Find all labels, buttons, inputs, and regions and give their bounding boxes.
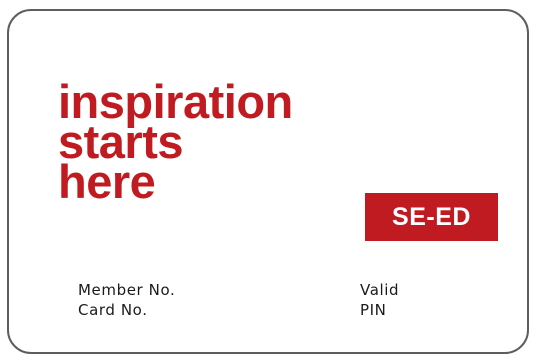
member-no-label: Member No.: [78, 281, 176, 299]
se-ed-logo: SE-ED: [365, 193, 498, 241]
logo-text: SE-ED: [392, 202, 471, 231]
card-no-label: Card No.: [78, 301, 148, 319]
pin-label: PIN: [360, 301, 387, 319]
card-slogan: inspiration starts here: [58, 78, 293, 208]
slogan-line-3: here: [58, 155, 156, 208]
page: inspiration starts here SE-ED Member No.…: [0, 0, 536, 363]
valid-label: Valid: [360, 281, 400, 299]
